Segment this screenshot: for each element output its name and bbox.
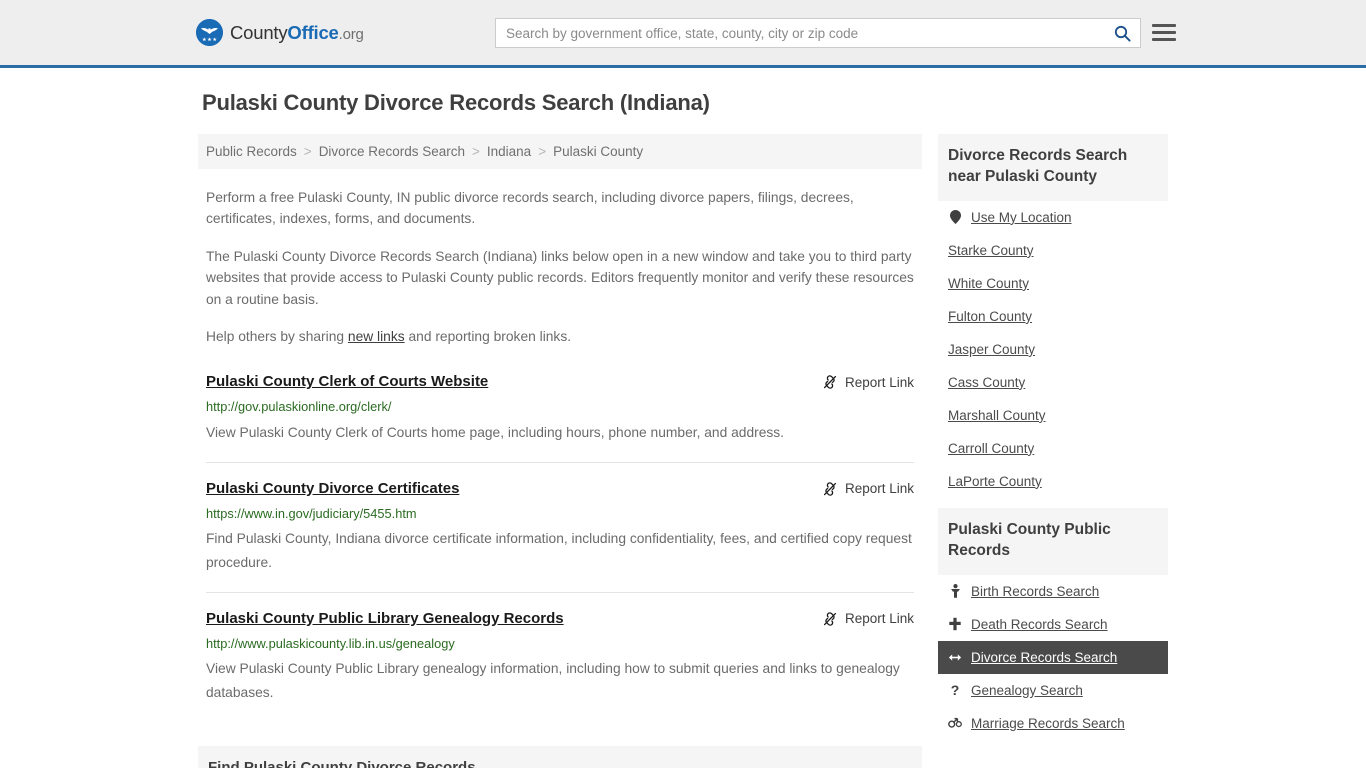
- result-url: http://gov.pulaskionline.org/clerk/: [206, 399, 392, 415]
- result-title-link[interactable]: Pulaski County Clerk of Courts Website: [206, 373, 488, 391]
- question-mark-icon: ?: [950, 682, 960, 699]
- intro-paragraph-3: Help others by sharing new links and rep…: [206, 326, 914, 347]
- sidebar-item-marriage-records-search[interactable]: Marriage Records Search: [938, 707, 1168, 740]
- sidebar-link-carroll-county[interactable]: Carroll County: [948, 441, 1034, 456]
- intro-paragraph-2: The Pulaski County Divorce Records Searc…: [206, 248, 914, 307]
- find-section-heading: Find Pulaski County Divorce Records: [198, 745, 922, 768]
- sidebar-link-starke-county[interactable]: Starke County: [948, 243, 1034, 258]
- sidebar-item-divorce-records-search[interactable]: Divorce Records Search: [938, 640, 1168, 674]
- results-list: Pulaski County Clerk of Courts Website R…: [198, 373, 922, 721]
- sidebar-item-cass-county[interactable]: Cass County: [938, 366, 1168, 399]
- breadcrumb-separator: >: [472, 144, 480, 159]
- result-url: http://www.pulaskicounty.lib.in.us/genea…: [206, 635, 455, 651]
- breadcrumb-separator: >: [538, 144, 547, 159]
- cross-icon: [948, 617, 962, 631]
- sidebar-link-cass-county[interactable]: Cass County: [948, 375, 1025, 390]
- search-button[interactable]: [1104, 19, 1140, 47]
- result-item: Pulaski County Public Library Genealogy …: [206, 610, 914, 722]
- breadcrumb: Public Records > Divorce Records Search …: [198, 134, 922, 169]
- result-item: Pulaski County Clerk of Courts Website R…: [206, 373, 914, 463]
- logo-text-county: County: [230, 21, 288, 43]
- public-records-list: Birth Records Search Death Records Searc…: [938, 575, 1168, 740]
- eagle-shield-icon: [196, 19, 223, 46]
- sidebar-link-fulton-county[interactable]: Fulton County: [948, 309, 1032, 324]
- report-link-label: Report Link: [844, 611, 914, 627]
- sidebar-item-marshall-county[interactable]: Marshall County: [938, 399, 1168, 432]
- result-description: Find Pulaski County, Indiana divorce cer…: [206, 531, 912, 570]
- sidebar-link-marshall-county[interactable]: Marshall County: [948, 408, 1046, 423]
- report-link-label: Report Link: [844, 374, 914, 390]
- breadcrumb-item-divorce-records-search[interactable]: Divorce Records Search: [319, 144, 465, 159]
- sidebar-link-white-county[interactable]: White County: [948, 276, 1029, 291]
- baby-icon: [948, 584, 962, 598]
- sidebar-item-death-records-search[interactable]: Death Records Search: [938, 608, 1168, 641]
- intro-p3-before: Help others by sharing: [206, 328, 348, 344]
- nearby-counties-list: Use My Location Starke County White Coun…: [938, 201, 1168, 498]
- result-url: https://www.in.gov/judiciary/5455.htm: [206, 505, 417, 521]
- sidebar-item-laporte-county[interactable]: LaPorte County: [938, 465, 1168, 498]
- left-right-arrow-icon: [948, 652, 962, 663]
- public-records-panel: Pulaski County Public Records Birth Reco…: [938, 507, 1168, 740]
- breadcrumb-item-indiana[interactable]: Indiana: [487, 144, 531, 159]
- intro-text: Perform a free Pulaski County, IN public…: [198, 187, 922, 347]
- search-bar[interactable]: [495, 18, 1141, 48]
- sidebar-item-jasper-county[interactable]: Jasper County: [938, 333, 1168, 366]
- nearby-counties-panel: Divorce Records Search near Pulaski Coun…: [938, 134, 1168, 498]
- logo-text: CountyOffice.org: [230, 22, 364, 44]
- sidebar-link-divorce-records-search[interactable]: Divorce Records Search: [971, 650, 1117, 665]
- sidebar-link-use-my-location[interactable]: Use My Location: [971, 210, 1072, 225]
- site-logo[interactable]: CountyOffice.org: [196, 19, 364, 46]
- sidebar-item-white-county[interactable]: White County: [938, 267, 1168, 300]
- sidebar-item-fulton-county[interactable]: Fulton County: [938, 300, 1168, 333]
- report-link-button[interactable]: Report Link: [822, 480, 914, 497]
- logo-text-office: Office: [287, 21, 339, 43]
- broken-link-icon: [823, 481, 837, 496]
- sidebar: Divorce Records Search near Pulaski Coun…: [938, 134, 1168, 750]
- sidebar-link-laporte-county[interactable]: LaPorte County: [948, 474, 1042, 489]
- site-header: CountyOffice.org: [0, 0, 1366, 68]
- sidebar-item-use-my-location[interactable]: Use My Location: [938, 201, 1168, 234]
- report-link-button[interactable]: Report Link: [822, 373, 914, 390]
- public-records-heading: Pulaski County Public Records: [938, 507, 1168, 575]
- sidebar-item-carroll-county[interactable]: Carroll County: [938, 432, 1168, 465]
- page-title: Pulaski County Divorce Records Search (I…: [202, 90, 710, 115]
- hamburger-menu-icon[interactable]: [1152, 20, 1176, 44]
- broken-link-icon: [823, 611, 837, 626]
- result-title-link[interactable]: Pulaski County Public Library Genealogy …: [206, 610, 564, 628]
- page-container: Pulaski County Divorce Records Search (I…: [0, 68, 1366, 768]
- sidebar-item-starke-county[interactable]: Starke County: [938, 234, 1168, 267]
- main-content: Public Records > Divorce Records Search …: [198, 134, 922, 768]
- breadcrumb-item-public-records[interactable]: Public Records: [206, 144, 297, 159]
- sidebar-item-genealogy-search[interactable]: ? Genealogy Search: [938, 674, 1168, 707]
- report-link-label: Report Link: [844, 481, 914, 497]
- male-female-icon: [948, 717, 962, 729]
- sidebar-link-death-records-search[interactable]: Death Records Search: [971, 617, 1108, 632]
- sidebar-link-genealogy-search[interactable]: Genealogy Search: [971, 683, 1083, 698]
- sidebar-link-jasper-county[interactable]: Jasper County: [948, 342, 1035, 357]
- sidebar-link-marriage-records-search[interactable]: Marriage Records Search: [971, 716, 1125, 731]
- intro-p3-after: and reporting broken links.: [404, 328, 572, 344]
- search-input[interactable]: [496, 19, 1104, 47]
- nearby-counties-heading: Divorce Records Search near Pulaski Coun…: [938, 134, 1168, 201]
- breadcrumb-separator: >: [303, 144, 312, 159]
- new-links-link[interactable]: new links: [348, 329, 405, 344]
- broken-link-icon: [823, 375, 837, 389]
- report-link-button[interactable]: Report Link: [822, 610, 914, 627]
- intro-paragraph-1: Perform a free Pulaski County, IN public…: [206, 190, 854, 227]
- logo-text-tld: .org: [338, 25, 364, 43]
- breadcrumb-item-pulaski-county[interactable]: Pulaski County: [553, 144, 643, 159]
- result-description: View Pulaski County Public Library genea…: [206, 661, 900, 700]
- sidebar-item-birth-records-search[interactable]: Birth Records Search: [938, 575, 1168, 608]
- result-description: View Pulaski County Clerk of Courts home…: [206, 424, 785, 440]
- map-pin-icon: [948, 210, 962, 225]
- result-item: Pulaski County Divorce Certificates Repo…: [206, 480, 914, 593]
- magnifier-icon: [1114, 25, 1131, 42]
- sidebar-link-birth-records-search[interactable]: Birth Records Search: [971, 584, 1099, 599]
- result-title-link[interactable]: Pulaski County Divorce Certificates: [206, 480, 459, 498]
